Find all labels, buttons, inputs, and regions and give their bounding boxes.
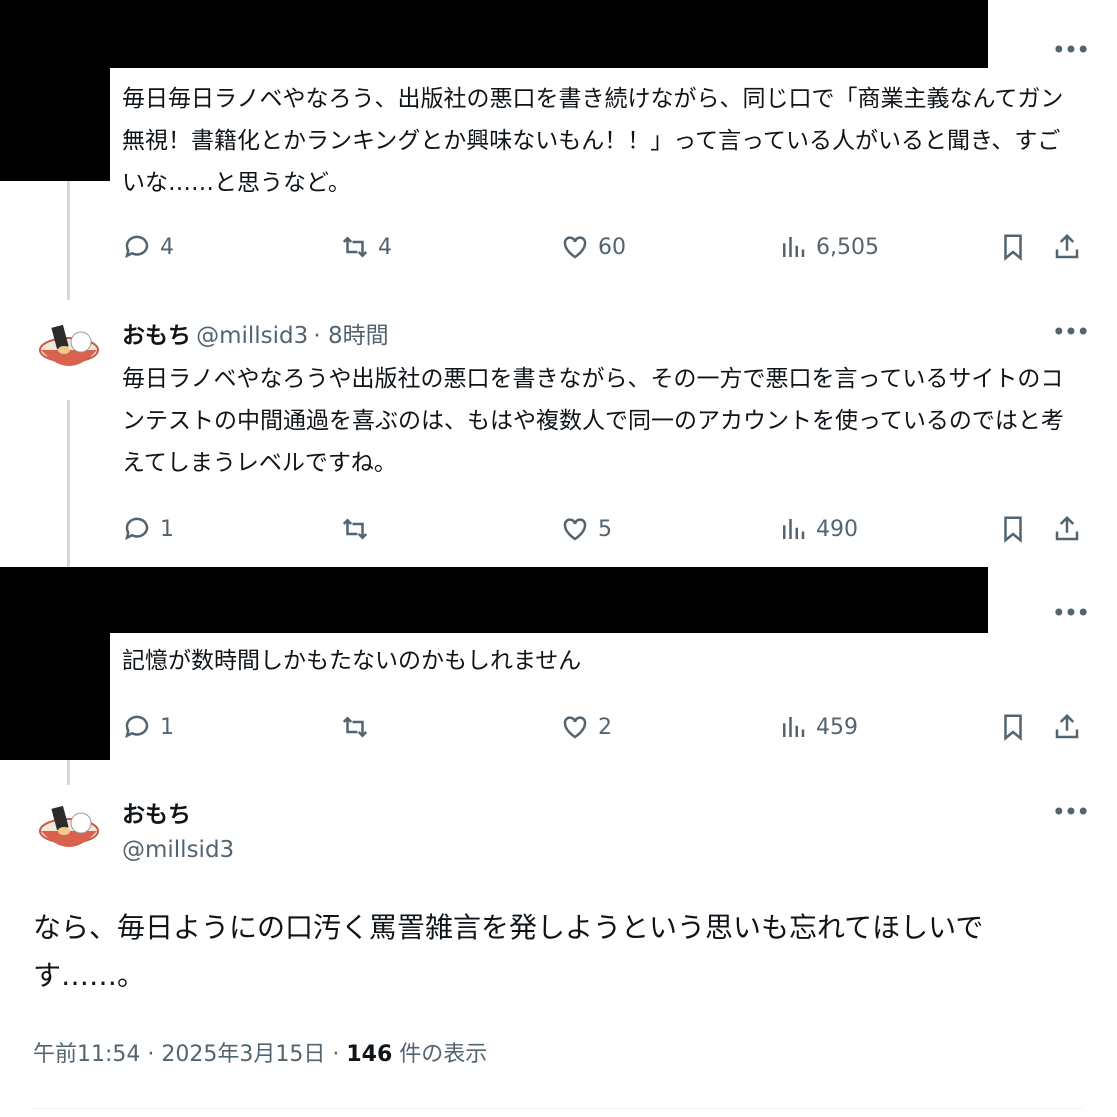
- ramen-bowl-avatar-icon: [39, 805, 99, 847]
- share-button[interactable]: [1052, 511, 1082, 547]
- retweet-count: 4: [378, 234, 392, 260]
- user-handle[interactable]: @millsid3: [196, 323, 308, 349]
- heart-icon: [563, 716, 587, 739]
- reply-button[interactable]: 1: [122, 709, 174, 745]
- display-name[interactable]: おもち: [122, 795, 191, 829]
- view-count: 146: [346, 1042, 393, 1067]
- retweet-button[interactable]: 4: [340, 229, 392, 265]
- thread-line: [67, 180, 70, 300]
- more-options-icon[interactable]: •••: [1052, 798, 1090, 826]
- reply-count: 4: [160, 234, 174, 260]
- reply-icon: [125, 715, 149, 739]
- share-button[interactable]: [1052, 229, 1082, 265]
- views-count: 6,505: [816, 234, 879, 260]
- views-button[interactable]: 490: [778, 511, 858, 547]
- bookmark-button[interactable]: [998, 511, 1028, 547]
- redacted-region: [0, 0, 988, 68]
- retweet-button[interactable]: [340, 709, 378, 745]
- share-icon: [1055, 515, 1079, 541]
- reply-button[interactable]: 1: [122, 511, 174, 547]
- views-count: 459: [816, 714, 858, 740]
- views-button[interactable]: 6,505: [778, 229, 879, 265]
- more-options-icon[interactable]: •••: [1052, 36, 1090, 64]
- retweet-icon: [342, 236, 368, 258]
- like-button[interactable]: 2: [560, 709, 612, 745]
- avatar[interactable]: [38, 316, 100, 378]
- ramen-bowl-avatar-icon: [39, 324, 99, 366]
- like-count: 60: [598, 234, 626, 260]
- redacted-region: [0, 68, 110, 181]
- like-button[interactable]: 5: [560, 511, 612, 547]
- tweet-actions: 1 2 459: [122, 709, 1092, 745]
- like-count: 5: [598, 516, 612, 542]
- views-count: 490: [816, 516, 858, 542]
- thread-line: [67, 400, 70, 570]
- tweet-datetime[interactable]: 午前11:54 · 2025年3月15日 ·: [33, 1042, 346, 1067]
- bookmark-button[interactable]: [998, 229, 1028, 265]
- views-button[interactable]: 459: [778, 709, 858, 745]
- bookmark-button[interactable]: [998, 709, 1028, 745]
- reply-icon: [125, 235, 149, 259]
- tweet-text: 毎日毎日ラノベやなろう、出版社の悪口を書き続けながら、同じ口で「商業主義なんてガ…: [122, 86, 1064, 196]
- tweet-header: おもち @millsid3 · 8時間: [122, 316, 389, 350]
- avatar[interactable]: [38, 797, 100, 859]
- bookmark-icon: [1004, 234, 1022, 261]
- share-button[interactable]: [1052, 709, 1082, 745]
- main-tweet-text: なら、毎日ようにの口汚く罵詈雑言を発しようという思いも忘れてほしいです……。: [33, 911, 984, 992]
- more-options-icon[interactable]: •••: [1052, 318, 1090, 346]
- retweet-icon: [342, 716, 368, 738]
- reply-count: 1: [160, 714, 174, 740]
- tweet-actions: 4 4 60 6,505: [122, 229, 1092, 265]
- reply-count: 1: [160, 516, 174, 542]
- share-icon: [1055, 233, 1079, 259]
- divider: [33, 1108, 1083, 1109]
- like-count: 2: [598, 714, 612, 740]
- retweet-icon: [342, 518, 368, 540]
- more-options-icon[interactable]: •••: [1052, 599, 1090, 627]
- reply-button[interactable]: 4: [122, 229, 174, 265]
- retweet-button[interactable]: [340, 511, 378, 547]
- analytics-icon: [783, 519, 805, 539]
- display-name[interactable]: おもち: [122, 323, 191, 349]
- tweet-timestamp[interactable]: · 8時間: [313, 323, 388, 349]
- heart-icon: [563, 236, 587, 259]
- tweet-text: 毎日ラノベやなろうや出版社の悪口を書きながら、その一方で悪口を言っているサイトの…: [122, 366, 1064, 476]
- share-icon: [1055, 713, 1079, 739]
- bookmark-icon: [1004, 714, 1022, 741]
- redacted-region: [0, 633, 110, 760]
- tweet-text: 記憶が数時間しかもたないのかもしれません: [122, 648, 582, 674]
- heart-icon: [563, 518, 587, 541]
- tweet-meta: 午前11:54 · 2025年3月15日 · 146 件の表示: [33, 1036, 487, 1068]
- tweet-actions: 1 5 490: [122, 511, 1092, 547]
- like-button[interactable]: 60: [560, 229, 626, 265]
- view-label: 件の表示: [392, 1042, 488, 1067]
- redacted-region: [0, 567, 988, 633]
- reply-icon: [125, 517, 149, 541]
- bookmark-icon: [1004, 516, 1022, 543]
- analytics-icon: [783, 717, 805, 737]
- analytics-icon: [783, 237, 805, 257]
- user-handle[interactable]: @millsid3: [122, 837, 234, 863]
